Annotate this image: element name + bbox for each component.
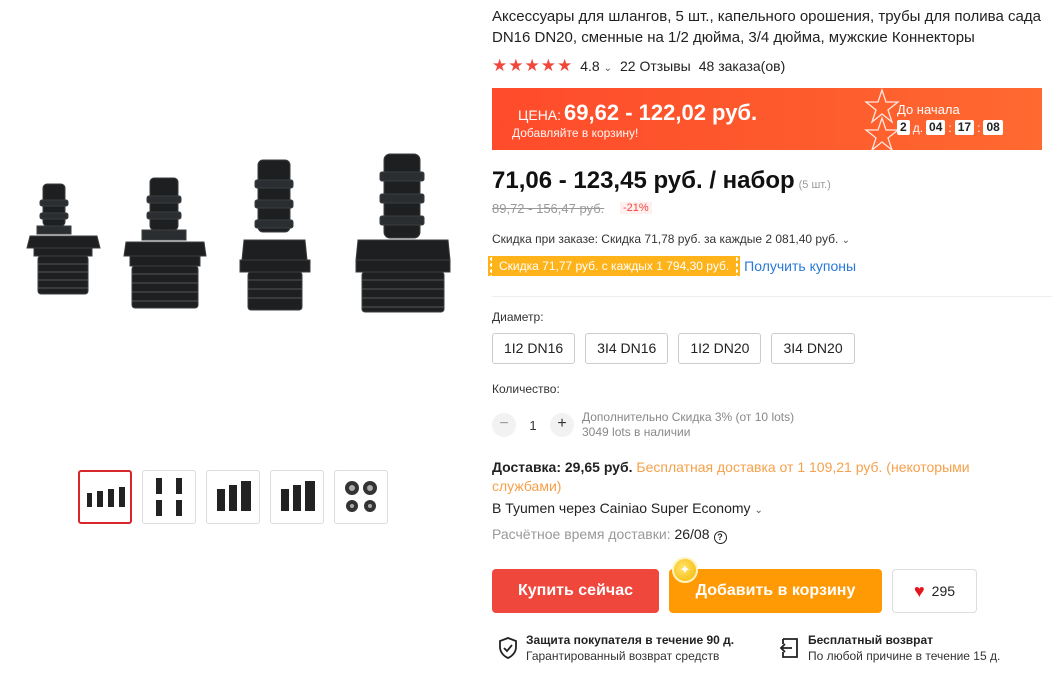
countdown-seconds: 08 (983, 120, 1003, 135)
countdown: До начала 2 д. 04: 17: 08 (897, 102, 1003, 135)
return-title: Бесплатный возврат (808, 633, 934, 647)
promo-subtitle: Добавляйте в корзину! (512, 126, 639, 140)
discount-badge: -21% (620, 202, 652, 214)
diameter-option[interactable]: 1I2 DN20 (678, 333, 762, 364)
shipping-cost: Доставка: 29,65 руб. (492, 459, 633, 475)
star-icon: ★ (508, 56, 524, 75)
chevron-down-icon: ⌄ (754, 505, 763, 516)
quantity-value[interactable]: 1 (516, 418, 550, 433)
shield-check-icon (499, 637, 517, 659)
thumbnail-4[interactable] (270, 470, 324, 524)
countdown-hours: 04 (926, 120, 946, 135)
shipping-info: Доставка: 29,65 руб. Бесплатная доставка… (492, 458, 1032, 496)
bulk-discount-text: Дополнительно Скидка 3% (от 10 lots) (582, 410, 795, 424)
price-unit: (5 шт.) (798, 179, 831, 191)
wishlist-button[interactable]: ♥ 295 (892, 569, 977, 613)
countdown-days-label: д. (912, 120, 924, 135)
quantity-minus-button[interactable]: − (492, 413, 516, 437)
price-main: 71,06 - 123,45 руб. / набор (5 шт.) (492, 167, 831, 194)
countdown-days: 2 (897, 120, 910, 135)
thumbnail-1[interactable] (78, 470, 132, 524)
diameter-option[interactable]: 3I4 DN20 (771, 333, 855, 364)
product-title: Аксессуары для шлангов, 5 шт., капельног… (492, 8, 1041, 46)
star-icon: ★ (492, 56, 508, 75)
divider (492, 296, 1052, 297)
protection-title: Защита покупателя в течение 90 д. (526, 633, 735, 647)
promo-separator-icon (864, 88, 900, 150)
get-coupons-link[interactable]: Получить купоны (744, 258, 856, 274)
coin-icon: ✦ (672, 557, 698, 583)
reviews-link[interactable]: 22 Отзывы (620, 58, 691, 74)
delivery-date: 26/08 (674, 526, 710, 542)
free-return[interactable]: Бесплатный возврат По любой причине в те… (778, 632, 1000, 664)
rating-value[interactable]: 4.8 ⌄ (580, 58, 612, 74)
star-icon: ★ (557, 56, 573, 75)
countdown-minutes: 17 (954, 120, 975, 135)
product-info: Аксессуары для шлангов, 5 шт., капельног… (492, 0, 1062, 663)
shipping-method[interactable]: В Tyumen через Cainiao Super Economy ⌄ (492, 500, 763, 516)
quantity-stepper: − 1 + Дополнительно Скидка 3% (от 10 lot… (492, 410, 794, 440)
star-icon: ★ (540, 56, 556, 75)
return-box-icon (779, 638, 798, 658)
buyer-protection[interactable]: Защита покупателя в течение 90 д. Гарант… (498, 632, 734, 664)
heart-icon: ♥ (913, 581, 925, 601)
diameter-option[interactable]: 1I2 DN16 (492, 333, 576, 364)
buy-now-button[interactable]: Купить сейчас (492, 569, 659, 613)
quantity-info: Дополнительно Скидка 3% (от 10 lots) 304… (582, 410, 794, 440)
thumbnail-5[interactable] (334, 470, 388, 524)
main-product-image[interactable] (0, 60, 470, 440)
chevron-down-icon: ⌄ (603, 63, 612, 74)
add-to-cart-button[interactable]: Добавить в корзину (669, 569, 882, 613)
stock-text: 3049 lots в наличии (582, 425, 691, 439)
diameter-label: Диаметр: (492, 310, 544, 324)
wishlist-count: 295 (931, 583, 956, 599)
coupon-badge: Скидка 71,77 руб. с каждых 1 794,30 руб. (492, 256, 741, 276)
thumbnail-3[interactable] (206, 470, 260, 524)
return-subtitle: По любой причине в течение 15 д. (808, 649, 1001, 663)
order-discount[interactable]: Скидка при заказе: Скидка 71,78 руб. за … (492, 232, 850, 246)
protection-subtitle: Гарантированный возврат средств (526, 649, 720, 663)
star-icon: ★ (524, 56, 540, 75)
diameter-option[interactable]: 3I4 DN16 (585, 333, 669, 364)
promo-banner: ЦЕНА: 69,62 - 122,02 руб. Добавляйте в ко… (492, 88, 1042, 150)
price-old: 89,72 - 156,47 руб. (492, 201, 605, 216)
diameter-options: 1I2 DN16 3I4 DN16 1I2 DN20 3I4 DN20 (492, 333, 855, 364)
orders-count: 48 заказа(ов) (698, 58, 786, 74)
quantity-label: Количество: (492, 382, 560, 396)
help-icon[interactable]: ? (713, 531, 727, 544)
coupon-row: Скидка 71,77 руб. с каждых 1 794,30 руб.… (492, 256, 856, 276)
thumbnail-strip (78, 470, 388, 524)
quantity-plus-button[interactable]: + (550, 413, 574, 437)
chevron-down-icon: ⌄ (841, 235, 851, 246)
rating-row: ★ ★ ★ ★ ★ 4.8 ⌄ 22 Отзывы 48 заказа(ов) (492, 56, 1062, 76)
promo-price: ЦЕНА: 69,62 - 122,02 руб. (518, 100, 758, 125)
star-rating: ★ ★ ★ ★ ★ (492, 56, 572, 76)
countdown-label: До начала (897, 102, 960, 117)
delivery-eta: Расчётное время доставки: 26/08? (492, 526, 727, 544)
thumbnail-2[interactable] (142, 470, 196, 524)
